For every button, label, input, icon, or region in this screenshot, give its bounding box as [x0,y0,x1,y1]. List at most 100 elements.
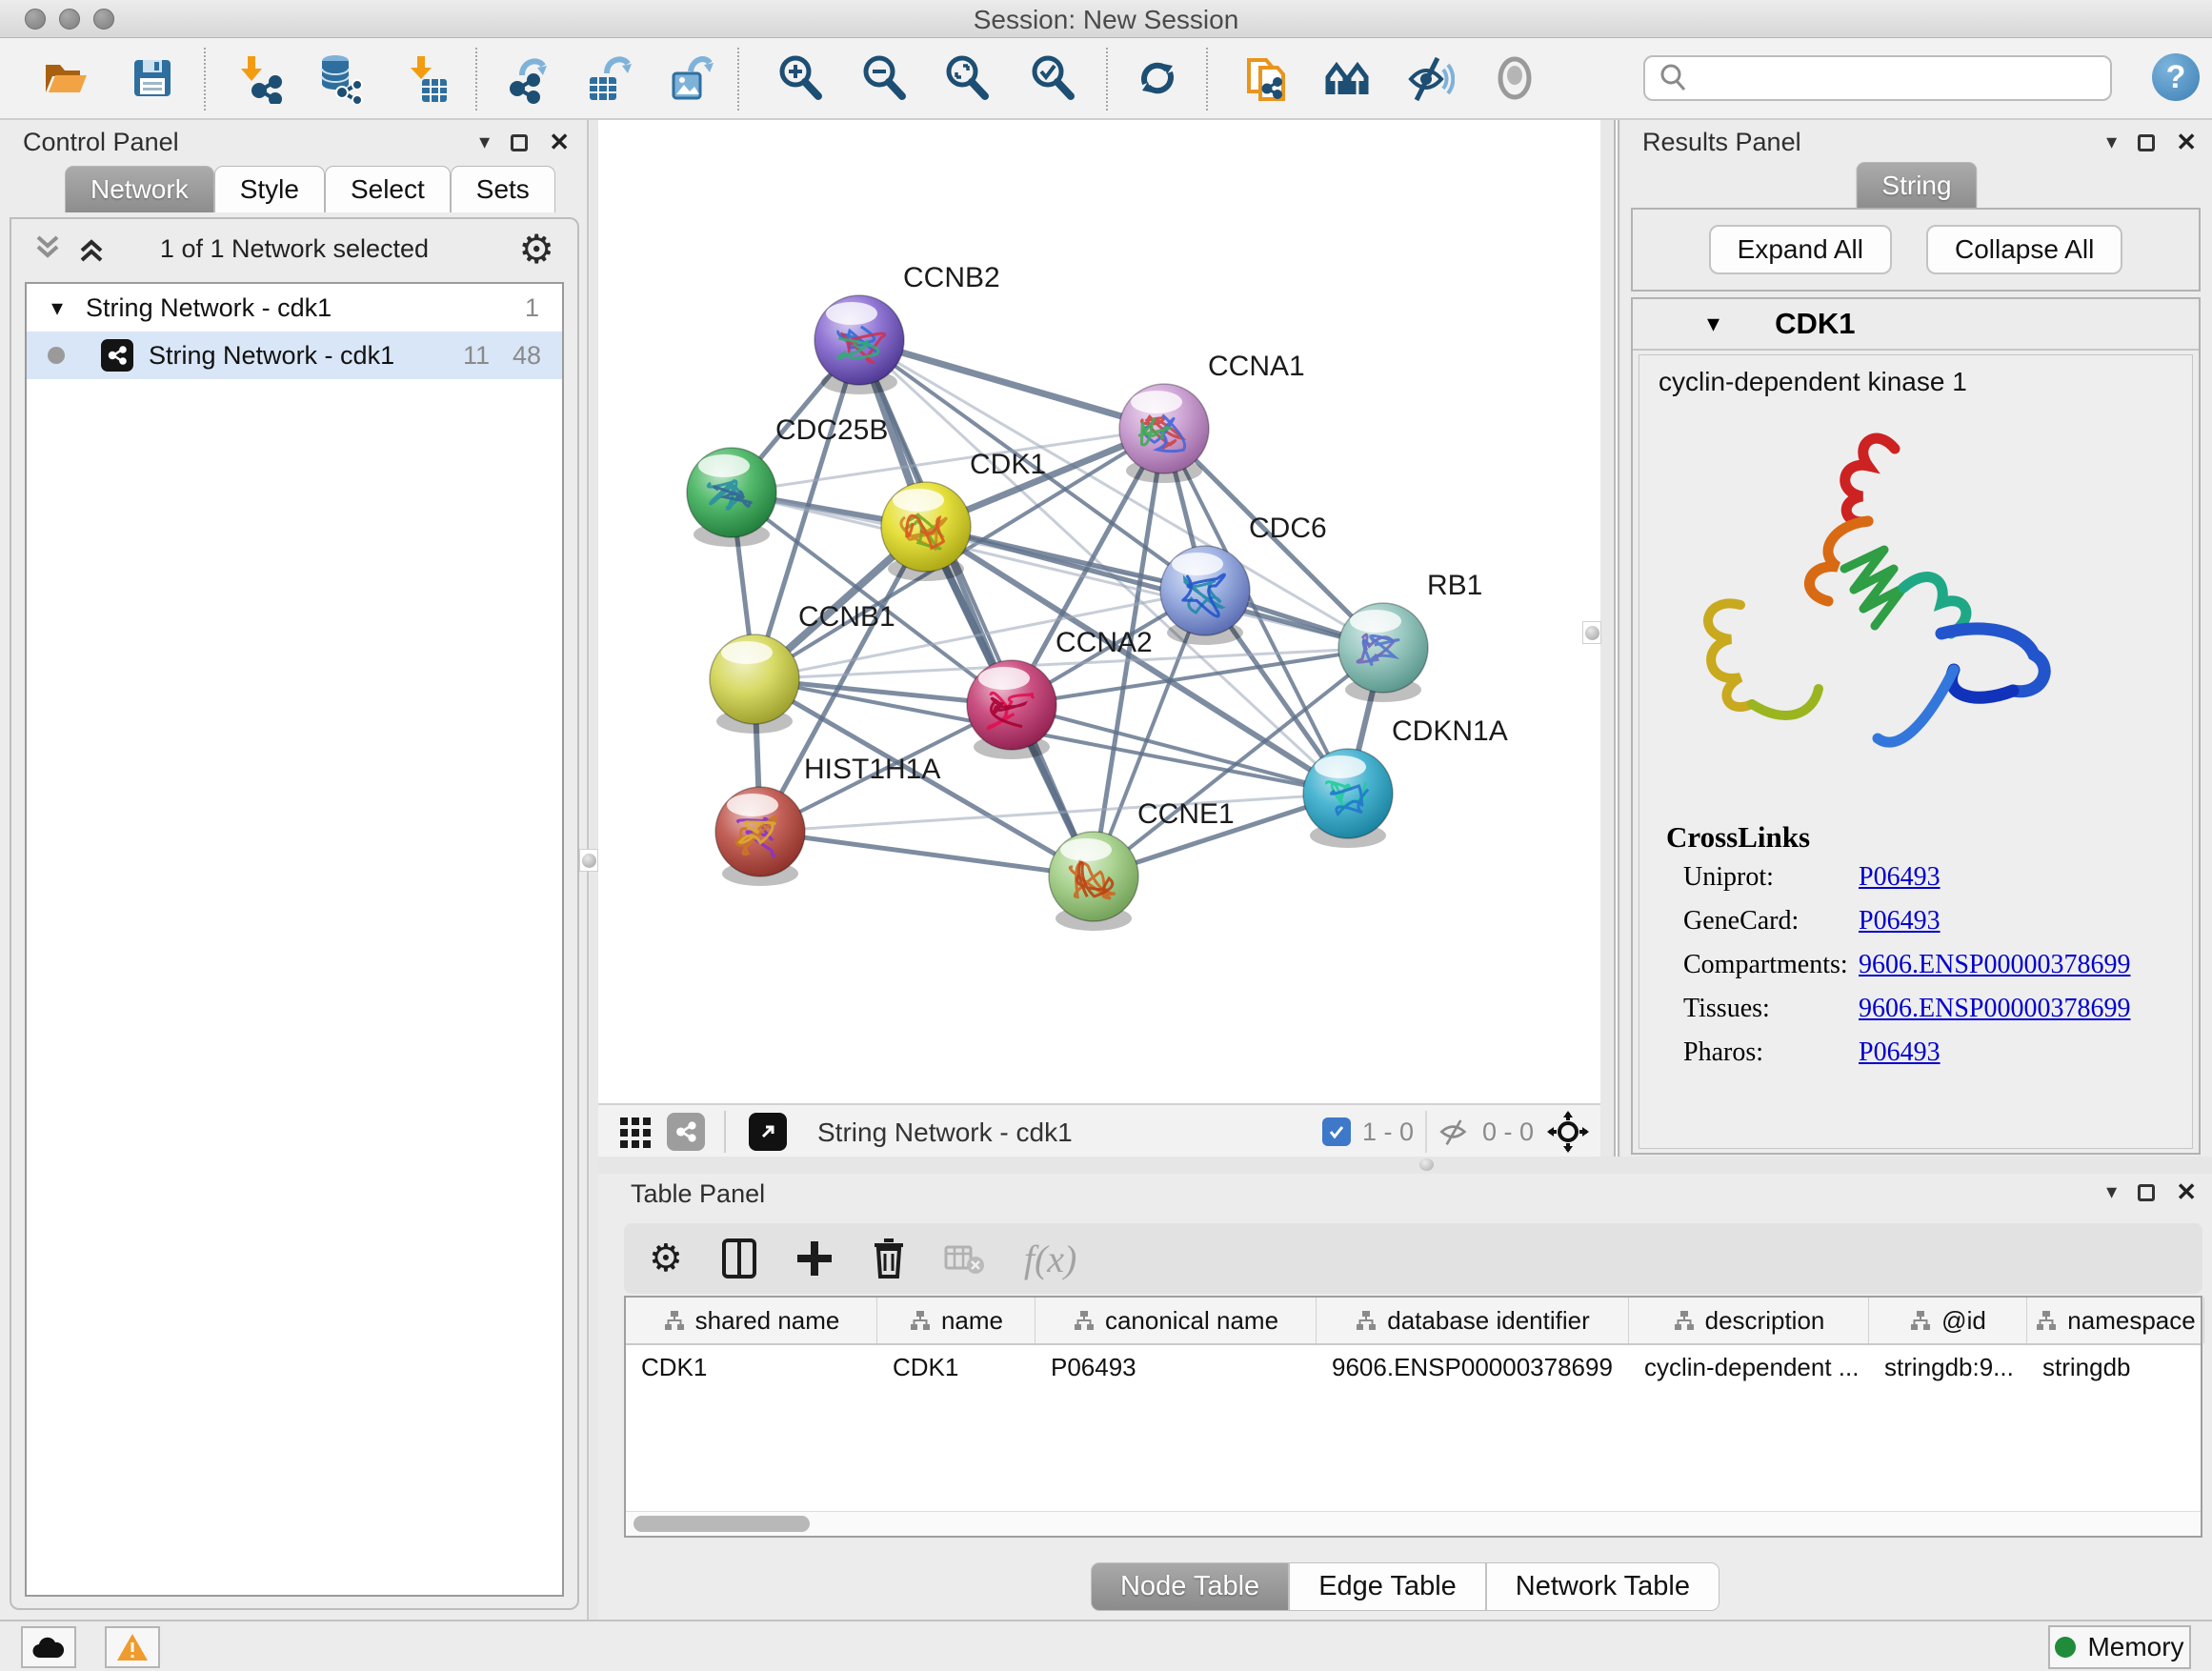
node-label: CCNB2 [903,262,1000,293]
column-header-description[interactable]: description [1629,1298,1869,1343]
network-canvas[interactable]: CCNB2CCNA1CDC25BCDK1CDC6RB1CCNB1CCNA2CDK… [598,120,1600,1103]
network-collection-row[interactable]: ▾ String Network - cdk1 1 [27,284,562,332]
export-network-button[interactable] [502,51,555,105]
network-edge[interactable] [926,527,1383,648]
panel-close-icon[interactable]: ✕ [549,128,570,157]
selected-checkbox-icon[interactable] [1322,1117,1351,1146]
crosslink-link[interactable]: P06493 [1859,1037,1941,1067]
table-cell[interactable]: CDK1 [877,1345,1036,1391]
horizontal-splitter[interactable] [598,1157,2212,1174]
duplicate-network-button[interactable] [1240,51,1294,105]
grid-view-icon[interactable] [619,1117,654,1149]
crosslink-link[interactable]: 9606.ENSP00000378699 [1859,950,2130,979]
fit-content-button[interactable] [940,51,994,105]
table-cell[interactable]: 9606.ENSP00000378699 [1317,1345,1629,1391]
delete-column-trash-icon[interactable] [872,1238,906,1279]
memory-button[interactable]: Memory [2048,1625,2191,1669]
network-options-gear-icon[interactable]: ⚙ [518,226,554,272]
zoom-in-icon [774,52,826,104]
column-header-database-identifier[interactable]: database identifier [1317,1298,1629,1343]
show-columns-icon[interactable] [721,1238,757,1279]
import-table-file-button[interactable] [400,51,453,105]
crosslink-link[interactable]: P06493 [1859,862,1941,892]
table-cell[interactable]: CDK1 [626,1345,877,1391]
table-row[interactable]: CDK1CDK1P064939606.ENSP00000378699cyclin… [626,1345,2201,1391]
vertical-splitter[interactable] [1614,120,1619,1157]
show-all-button[interactable] [1488,51,1541,105]
hidden-eye-slash-icon[interactable] [1437,1117,1471,1147]
network-node[interactable]: CDC25B [687,414,888,547]
panel-close-icon[interactable]: ✕ [2176,128,2197,157]
import-network-file-button[interactable] [231,51,284,105]
column-header--id[interactable]: @id [1869,1298,2027,1343]
panel-minimize-icon[interactable]: ▾ [2106,131,2117,154]
network-badge-icon[interactable] [667,1113,705,1151]
crosslink-link[interactable]: P06493 [1859,906,1941,936]
panel-minimize-icon[interactable]: ▾ [2106,1180,2117,1204]
tab-sets[interactable]: Sets [451,166,555,212]
panel-close-icon[interactable]: ✕ [2176,1178,2197,1207]
birds-eye-crosshair-icon[interactable] [1547,1111,1589,1153]
network-node[interactable]: RB1 [1338,570,1482,702]
network-node[interactable]: CCNB1 [710,601,895,734]
table-cell[interactable]: stringdb:9... [1869,1345,2027,1391]
right-splitter-handle[interactable] [1582,621,1601,644]
tab-network[interactable]: Network [65,166,214,212]
help-button[interactable]: ? [2152,53,2200,101]
column-header-shared-name[interactable]: shared name [626,1298,877,1343]
save-session-button[interactable] [126,51,179,105]
table-cell[interactable]: stringdb [2027,1345,2204,1391]
network-edge[interactable] [760,832,1094,876]
table-options-gear-icon[interactable]: ⚙ [649,1237,683,1280]
fit-selected-button[interactable] [1026,51,1079,105]
expand-all-button[interactable]: Expand All [1709,225,1892,274]
refresh-button[interactable] [1131,51,1184,105]
panel-minimize-icon[interactable]: ▾ [479,131,490,154]
search-input[interactable] [1643,55,2112,101]
export-table-button[interactable] [583,51,636,105]
collapse-all-button[interactable]: Collapse All [1926,225,2122,274]
tab-network-table[interactable]: Network Table [1486,1562,1719,1611]
section-expander-icon[interactable]: ▾ [1707,310,1719,338]
tab-edge-table[interactable]: Edge Table [1289,1562,1486,1611]
tab-string[interactable]: String [1856,162,1977,209]
column-header-name[interactable]: name [877,1298,1036,1343]
panel-float-icon[interactable] [2138,134,2155,151]
first-neighbors-button[interactable] [1321,51,1375,105]
cloud-button[interactable] [21,1626,76,1668]
warnings-button[interactable] [105,1626,160,1668]
import-network-icon [231,52,283,104]
delete-table-icon [944,1241,986,1276]
import-network-database-button[interactable] [312,51,365,105]
network-tree: ▾ String Network - cdk1 1 String Network… [25,282,564,1597]
add-column-icon[interactable] [795,1239,834,1278]
network-node[interactable]: CCNA1 [1119,351,1305,483]
tab-node-table[interactable]: Node Table [1091,1562,1289,1611]
column-header-canonical-name[interactable]: canonical name [1036,1298,1317,1343]
open-in-window-icon[interactable] [749,1113,787,1151]
column-header-namespace[interactable]: namespace [2027,1298,2204,1343]
open-session-button[interactable] [38,51,91,105]
zoom-out-button[interactable] [857,51,911,105]
panel-float-icon[interactable] [511,134,528,151]
left-splitter-handle[interactable] [579,849,598,872]
table-hscrollbar[interactable] [626,1511,2201,1536]
table-cell[interactable]: cyclin-dependent ... [1629,1345,1869,1391]
gene-section-header[interactable]: ▾ CDK1 [1633,299,2199,351]
tree-expander-icon[interactable]: ▾ [51,294,63,321]
network-row[interactable]: String Network - cdk1 11 48 [27,332,562,379]
network-node[interactable]: HIST1H1A [715,754,940,886]
hide-selected-button[interactable] [1402,51,1456,105]
zoom-in-button[interactable] [774,51,827,105]
table-cell[interactable]: P06493 [1036,1345,1317,1391]
crosslink-link[interactable]: 9606.ENSP00000378699 [1859,994,2130,1023]
splitter-dot[interactable] [1419,1158,1434,1171]
panel-float-icon[interactable] [2138,1184,2155,1201]
scrollbar-thumb[interactable] [633,1516,810,1532]
tab-style[interactable]: Style [214,166,325,212]
network-view-toolbar: String Network - cdk1 1 - 0 0 - 0 [598,1103,1600,1157]
network-node[interactable]: CCNE1 [1049,798,1235,931]
export-image-button[interactable] [665,51,718,105]
network-node[interactable]: CDKN1A [1303,715,1508,848]
tab-select[interactable]: Select [325,166,451,212]
